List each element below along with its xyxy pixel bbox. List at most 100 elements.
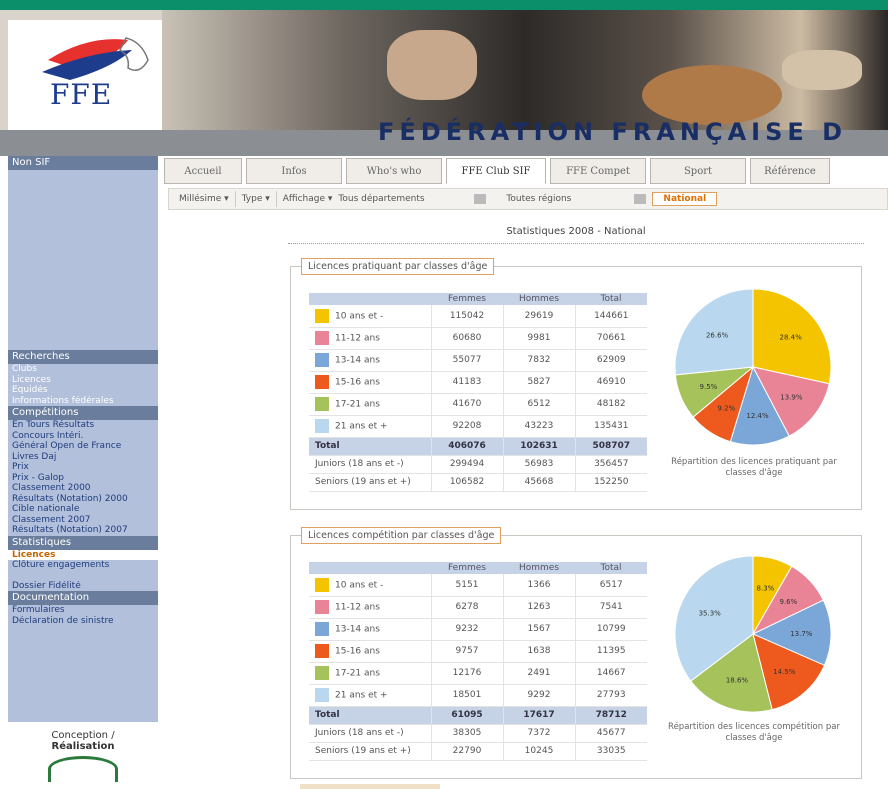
pie-slice-label: 18.6% [726, 677, 749, 685]
femmes-cell: 299494 [430, 455, 503, 474]
grand-total: 78712 [574, 706, 647, 725]
federation-title: FÉDÉRATION FRANÇAISE D [378, 118, 848, 146]
sidebar-item-formulaires[interactable]: Formulaires [8, 605, 158, 616]
panel-licences-competition: Licences compétition par classes d'âge F… [290, 527, 862, 779]
sidebar-item-comp-7[interactable]: Résultats (Notation) 2000 [8, 494, 158, 505]
filter-separator [234, 191, 236, 207]
departements-select[interactable]: Tous départements [338, 194, 487, 204]
femmes-cell: 5151 [430, 574, 503, 597]
stats-table: Femmes Hommes Total 10 ans et - 115042 296… [309, 293, 647, 492]
pie-slice-label: 8.3% [757, 584, 775, 592]
class-label: 11-12 ans [335, 333, 380, 344]
national-button[interactable]: National [652, 192, 718, 206]
class-label: 21 ans et + [335, 690, 388, 701]
sidebar-item-licences[interactable]: Licences [8, 375, 158, 386]
affichage-dropdown[interactable]: Affichage ▾ [283, 194, 333, 204]
legend-swatch [315, 600, 329, 614]
sidebar-item-comp-9[interactable]: Classement 2007 [8, 515, 158, 526]
class-label: 13-14 ans [335, 355, 380, 366]
sidebar-item-comp-10[interactable]: Résultats (Notation) 2007 [8, 525, 158, 536]
panel-title: Licences compétition par classes d'âge [301, 527, 502, 544]
header-total: Total [575, 293, 647, 305]
sidebar-item-comp-6[interactable]: Classement 2000 [8, 483, 158, 494]
table-row: 21 ans et + 18501 9292 27793 [309, 684, 647, 707]
sidebar-item-comp-3[interactable]: Livres Daj [8, 452, 158, 463]
sidebar-item-comp-4[interactable]: Prix [8, 462, 158, 473]
grand-total: 508707 [574, 437, 647, 456]
tab-ffe-club-sif[interactable]: FFE Club SIF [446, 158, 546, 184]
agency-logo-icon [48, 756, 118, 782]
sidebar-item-comp-1[interactable]: Concours Intéri. [8, 431, 158, 442]
total-cell: 11395 [574, 640, 647, 663]
sidebar-item-comp-2[interactable]: Général Open de France [8, 441, 158, 452]
sidebar-head-documentation: Documentation [8, 591, 158, 605]
sub-label: Juniors (18 ans et -) [309, 724, 431, 743]
total-cell: 135431 [574, 415, 647, 438]
femmes-cell: 6278 [430, 596, 503, 619]
class-cell: 17-21 ans [309, 662, 431, 685]
header-total: Total [575, 562, 647, 574]
hommes-cell: 45668 [502, 473, 575, 492]
sidebar-item-infos[interactable]: Informations fédérales [8, 396, 158, 407]
ffe-logo[interactable]: FFE [8, 20, 162, 130]
tab-accueil[interactable]: Accueil [164, 158, 242, 184]
site-header: FFE FÉDÉRATION FRANÇAISE D [0, 10, 888, 156]
total-cell: 33035 [574, 742, 647, 761]
header-femmes: Femmes [431, 293, 503, 305]
sidebar-top-head[interactable]: Non SIF [8, 156, 158, 170]
sidebar-item-cloture[interactable]: Clôture engagements [8, 560, 158, 571]
pie-caption: Répartition des licences pratiquant par … [671, 457, 837, 478]
pie-slice-label: 13.7% [790, 630, 813, 638]
table-header-row: Femmes Hommes Total [309, 293, 647, 305]
table-total-row: Total 61095 17617 78712 [309, 706, 647, 725]
tab-ffe-compet[interactable]: FFE Compet [550, 158, 646, 184]
table-row: 10 ans et - 5151 1366 6517 [309, 574, 647, 597]
header-class [309, 562, 431, 574]
class-cell: 15-16 ans [309, 640, 431, 663]
table-row: 21 ans et + 92208 43223 135431 [309, 415, 647, 438]
table-sub-row: Juniors (18 ans et -) 38305 7372 45677 [309, 724, 647, 743]
type-dropdown[interactable]: Type ▾ [242, 194, 270, 204]
sidebar-item-clubs[interactable]: Clubs [8, 364, 158, 375]
femmes-cell: 60680 [430, 327, 503, 350]
header-hommes: Hommes [503, 562, 575, 574]
tab-whos-who[interactable]: Who's who [346, 158, 442, 184]
sidebar-item-stat-licences[interactable]: Licences [8, 549, 158, 560]
legend-swatch [315, 419, 329, 433]
class-cell: 10 ans et - [309, 305, 431, 328]
sidebar-item-fidelite[interactable]: Dossier Fidélité [8, 581, 158, 592]
regions-select[interactable]: Toutes régions [506, 194, 647, 204]
tab-reference[interactable]: Référence [750, 158, 830, 184]
total-cell: 356457 [574, 455, 647, 474]
sidebar-item-sinistre[interactable]: Déclaration de sinistre [8, 616, 158, 627]
femmes-cell: 12176 [430, 662, 503, 685]
class-cell: 21 ans et + [309, 415, 431, 438]
sidebar-item-comp-5[interactable]: Prix - Galop [8, 473, 158, 484]
sidebar-head-recherches: Recherches [8, 350, 158, 364]
class-cell: 10 ans et - [309, 574, 431, 597]
sidebar: Non SIF Recherches Clubs Licences Equidé… [8, 156, 158, 789]
pie-chart: 28.4% 13.9% 12.4% 9.2% 9.5% 26.6% [674, 288, 832, 446]
sidebar-item-comp-8[interactable]: Cible nationale [8, 504, 158, 515]
hommes-cell: 1366 [502, 574, 575, 597]
regions-value: Toutes régions [506, 194, 572, 204]
class-label: 17-21 ans [335, 399, 380, 410]
legend-swatch [315, 308, 329, 323]
tab-infos[interactable]: Infos [246, 158, 342, 184]
main-tabs: Accueil Infos Who's who FFE Club SIF FFE… [162, 156, 888, 186]
femmes-total: 61095 [430, 706, 503, 725]
class-cell: 11-12 ans [309, 596, 431, 619]
legend-swatch [315, 666, 329, 680]
total-cell: 27793 [574, 684, 647, 707]
hommes-total: 102631 [502, 437, 575, 456]
logo-text: FFE [50, 78, 113, 111]
conception-line1: Conception / [51, 730, 115, 741]
sidebar-item-comp-0[interactable]: En Tours Résultats [8, 420, 158, 431]
conception-block[interactable]: Conception / Réalisation [8, 722, 158, 789]
tab-sport[interactable]: Sport [650, 158, 746, 184]
millesime-dropdown[interactable]: Millésime ▾ [179, 194, 229, 204]
femmes-cell: 106582 [430, 473, 503, 492]
sidebar-item-equides[interactable]: Equidés [8, 385, 158, 396]
hommes-cell: 43223 [502, 415, 575, 438]
total-cell: 144661 [574, 305, 647, 328]
